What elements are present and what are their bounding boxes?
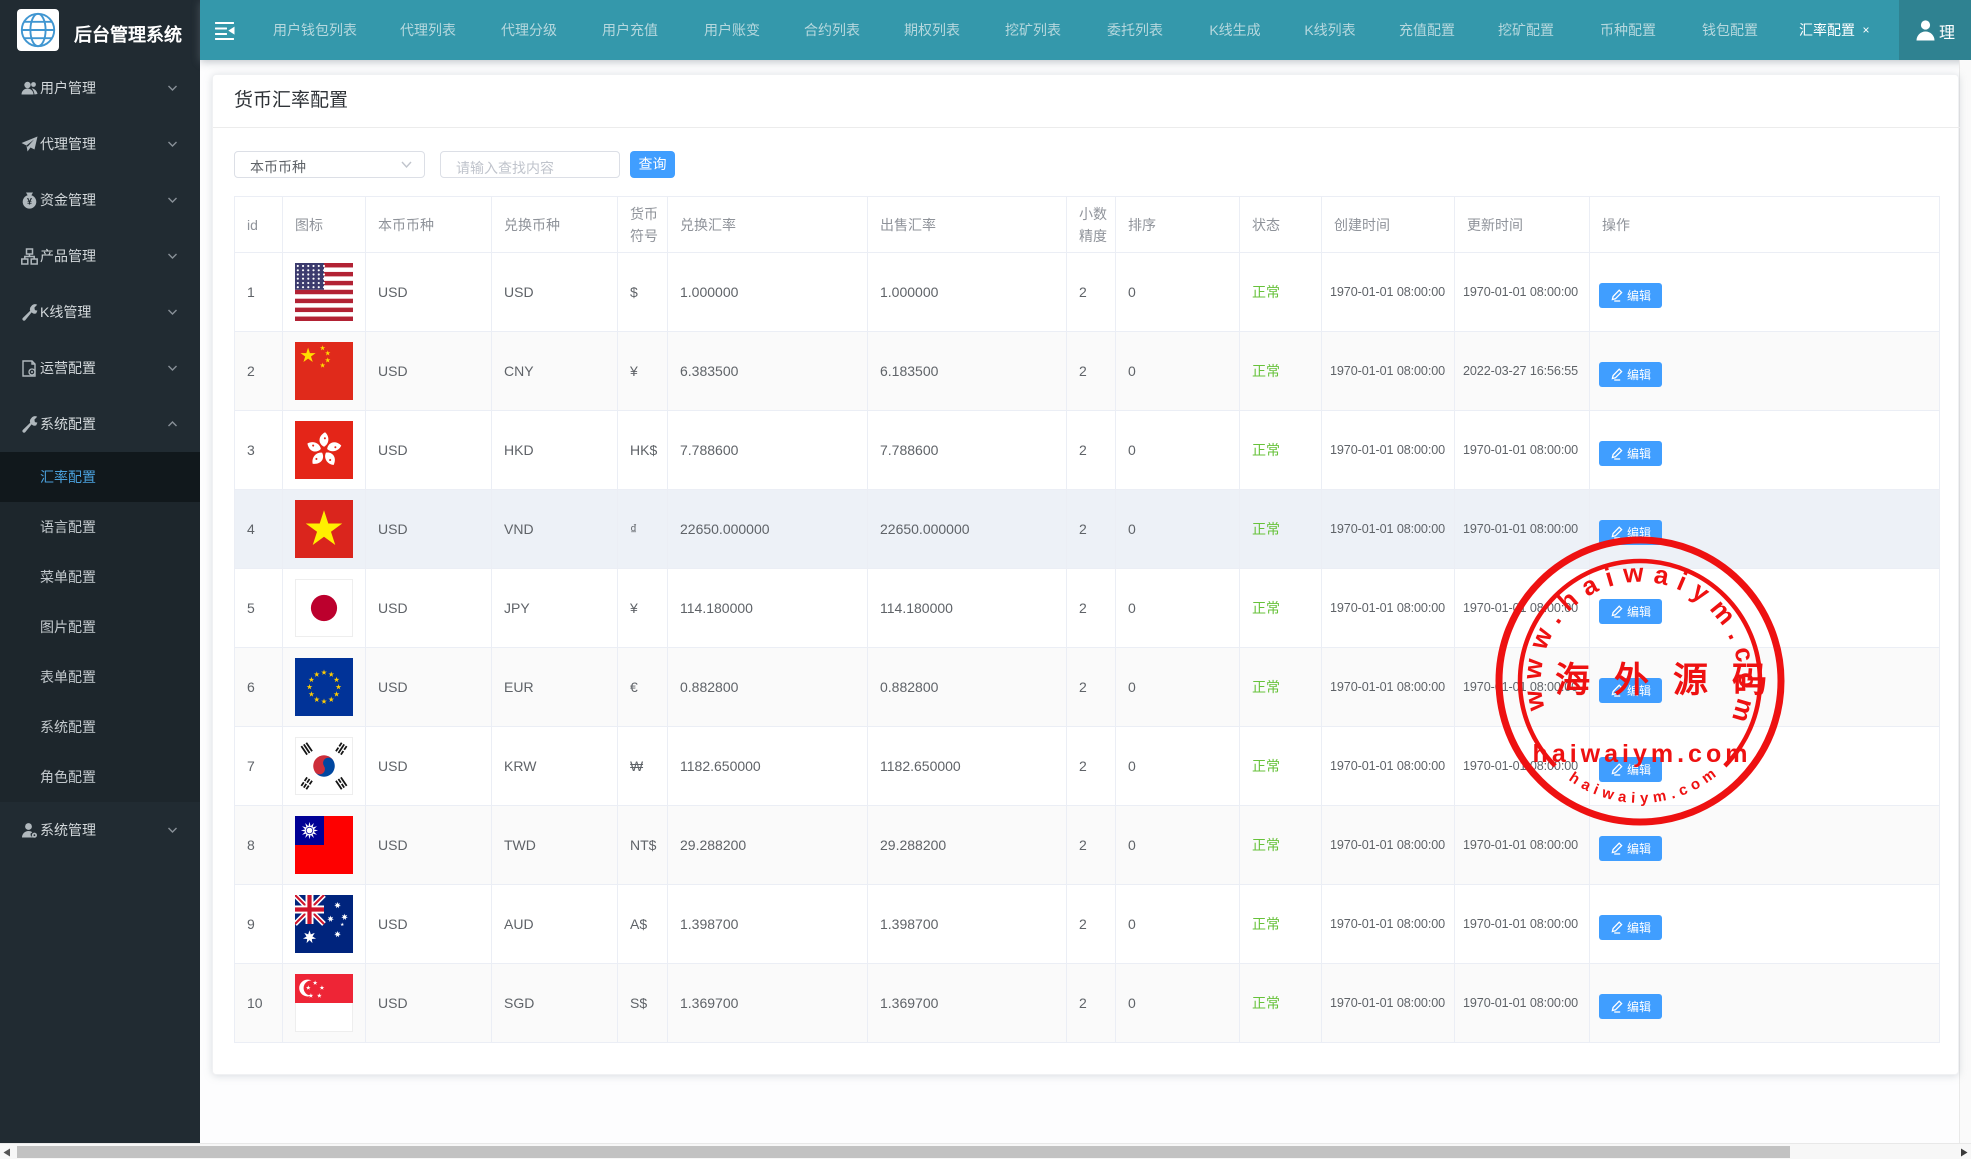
svg-text:h a i w a i y m . c o m: h a i w a i y m . c o m bbox=[1566, 765, 1720, 807]
svg-text:haiwaiym.com: haiwaiym.com bbox=[1533, 740, 1752, 768]
svg-text:海外源码: 海外源码 bbox=[1555, 661, 1786, 700]
svg-text:¥: ¥ bbox=[27, 197, 32, 207]
svg-text:w w w . h a i w a i y m . c o: w w w . h a i w a i y m . c o m bbox=[1516, 557, 1763, 726]
